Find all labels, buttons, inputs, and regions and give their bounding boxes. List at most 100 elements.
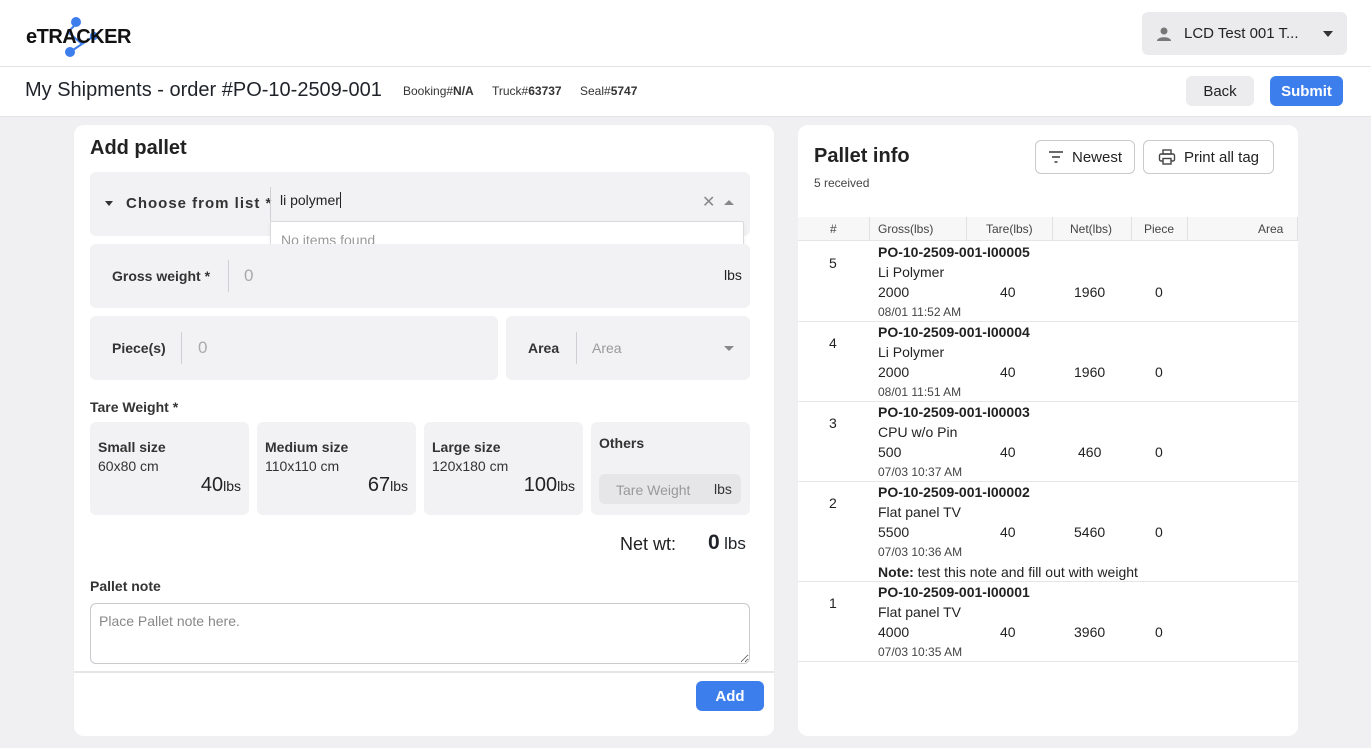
tare-option-dims: 110x110 cm: [265, 458, 340, 474]
pallet-note: Note: test this note and fill out with w…: [878, 564, 1138, 580]
caret-down-icon[interactable]: [105, 201, 113, 206]
column-header-piece: Piece: [1144, 222, 1175, 236]
pallet-product: Flat panel TV: [878, 504, 962, 520]
area-select[interactable]: Area: [592, 340, 622, 356]
user-name: LCD Test 001 T...: [1184, 25, 1299, 42]
chevron-down-icon[interactable]: [724, 346, 734, 351]
pallet-piece: 0: [1155, 624, 1163, 640]
pallet-tare: 40: [1000, 524, 1016, 540]
tare-option-dims: 60x80 cm: [98, 458, 159, 474]
gross-weight-input[interactable]: 0: [244, 266, 253, 286]
pallet-gross: 5500: [878, 524, 910, 540]
tare-option-others: Others Tare Weight lbs: [591, 422, 750, 515]
tare-option-large[interactable]: Large size 120x180 cm 100lbs: [424, 422, 583, 515]
text-cursor: [339, 192, 341, 208]
pallet-info-card: Pallet info 5 received Newest Print all …: [798, 125, 1298, 736]
etracker-logo[interactable]: eTRACKER: [26, 14, 136, 58]
column-divider: [1297, 217, 1298, 241]
area-label: Area: [528, 340, 560, 356]
pallet-id: PO-10-2509-001-I00003: [878, 404, 1030, 420]
print-label: Print all tag: [1183, 148, 1260, 166]
top-bar: eTRACKER LCD Test 001 T...: [0, 0, 1371, 67]
column-divider: [1131, 217, 1132, 241]
column-divider: [966, 217, 967, 241]
booking-value: N/A: [453, 84, 474, 98]
column-divider: [869, 217, 870, 241]
choose-from-list-label: Choose from list *: [126, 195, 273, 212]
pallet-note-input[interactable]: [90, 603, 750, 664]
pallet-number: 5: [829, 255, 837, 271]
field-divider: [576, 332, 577, 364]
pallet-gross: 2000: [878, 364, 910, 380]
pallet-row[interactable]: 3 PO-10-2509-001-I00003 CPU w/o Pin 500 …: [798, 402, 1298, 482]
pallet-piece: 0: [1155, 524, 1163, 540]
booking-info: Booking#N/A: [403, 84, 474, 98]
submit-button[interactable]: Submit: [1270, 76, 1343, 106]
pallet-timestamp: 08/01 11:52 AM: [878, 305, 962, 319]
truck-info: Truck#63737: [492, 84, 562, 98]
pallet-row[interactable]: 5 PO-10-2509-001-I00005 Li Polymer 2000 …: [798, 241, 1298, 322]
truck-value: 63737: [528, 84, 562, 98]
chevron-down-icon: [1323, 30, 1333, 37]
pallet-product: Li Polymer: [878, 264, 945, 280]
pallet-row[interactable]: 4 PO-10-2509-001-I00004 Li Polymer 2000 …: [798, 322, 1298, 402]
pallet-tare: 40: [1000, 364, 1016, 380]
others-tare-unit: lbs: [714, 481, 732, 497]
logo-text: eTRACKER: [26, 26, 131, 48]
add-button[interactable]: Add: [696, 681, 764, 711]
pallet-table-header: # Gross(lbs) Tare(lbs) Net(lbs) Piece Ar…: [798, 217, 1298, 241]
pallet-gross: 500: [878, 444, 902, 460]
pallet-timestamp: 07/03 10:35 AM: [878, 645, 963, 659]
tare-option-value: 100lbs: [523, 474, 575, 496]
received-count: 5 received: [814, 176, 870, 190]
back-button[interactable]: Back: [1186, 76, 1254, 106]
pallet-piece: 0: [1155, 364, 1163, 380]
clear-icon[interactable]: ✕: [702, 192, 715, 212]
pallet-row[interactable]: 1 PO-10-2509-001-I00001 Flat panel TV 40…: [798, 582, 1298, 662]
pallet-tare: 40: [1000, 284, 1016, 300]
area-field[interactable]: Area Area: [506, 316, 750, 380]
seal-label: Seal#: [580, 84, 611, 98]
column-header-area: Area: [1258, 222, 1284, 236]
user-menu[interactable]: LCD Test 001 T...: [1142, 12, 1347, 55]
printer-icon: [1158, 149, 1176, 165]
field-divider: [228, 260, 229, 292]
column-header-number: #: [830, 222, 837, 236]
column-header-net: Net(lbs): [1070, 222, 1113, 236]
page-title: My Shipments - order #PO-10-2509-001: [25, 79, 382, 101]
print-all-tag-button[interactable]: Print all tag: [1143, 140, 1274, 174]
tare-option-small[interactable]: Small size 60x80 cm 40lbs: [90, 422, 249, 515]
others-tare-placeholder: Tare Weight: [616, 482, 691, 498]
pallet-note-text: test this note and fill out with weight: [917, 564, 1138, 580]
pieces-input[interactable]: 0: [198, 338, 207, 358]
gross-weight-field: Gross weight * 0 lbs: [90, 244, 750, 308]
pallet-id: PO-10-2509-001-I00001: [878, 584, 1030, 600]
user-icon: [1157, 27, 1171, 41]
search-input[interactable]: li polymer: [280, 192, 341, 208]
pallet-gross: 2000: [878, 284, 910, 300]
seal-value: 5747: [610, 84, 638, 98]
add-pallet-card: Add pallet Choose from list * li polymer…: [74, 125, 774, 736]
seal-info: Seal#5747: [580, 84, 637, 98]
pallet-number: 1: [829, 595, 837, 611]
sort-newest-button[interactable]: Newest: [1035, 140, 1135, 174]
pallet-net: 3960: [1074, 624, 1106, 640]
column-header-tare: Tare(lbs): [986, 222, 1033, 236]
pallet-product: Flat panel TV: [878, 604, 962, 620]
pallet-info-title: Pallet info: [814, 145, 910, 167]
tare-option-medium[interactable]: Medium size 110x110 cm 67lbs: [257, 422, 416, 515]
tare-option-name: Medium size: [265, 439, 349, 455]
pallet-piece: 0: [1155, 444, 1163, 460]
pallet-number: 3: [829, 415, 837, 431]
column-divider: [1052, 217, 1053, 241]
pallet-note-label: Note:: [878, 564, 914, 580]
sort-label: Newest: [1071, 148, 1123, 166]
caret-up-icon[interactable]: [724, 200, 734, 205]
divider: [74, 671, 774, 673]
pallet-row[interactable]: 2 PO-10-2509-001-I00002 Flat panel TV 55…: [798, 482, 1298, 582]
net-weight-value: 0 lbs: [708, 531, 746, 554]
pallet-net: 460: [1078, 444, 1102, 460]
pallet-id: PO-10-2509-001-I00002: [878, 484, 1030, 500]
others-tare-input[interactable]: Tare Weight lbs: [599, 474, 741, 504]
page-header: My Shipments - order #PO-10-2509-001 Boo…: [0, 67, 1371, 117]
